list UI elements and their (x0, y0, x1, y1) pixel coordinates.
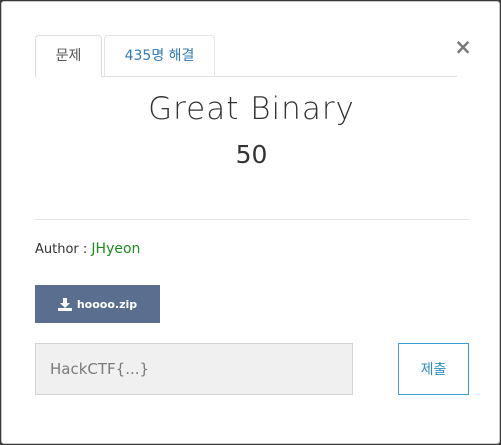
tab-solves[interactable]: 435명 해결 (104, 35, 215, 77)
tab-challenge[interactable]: 문제 (35, 35, 102, 78)
download-icon (57, 297, 72, 311)
download-file-button[interactable]: hoooo.zip (35, 285, 160, 323)
challenge-tabs: 문제 435명 해결 (35, 35, 457, 78)
challenge-name: Great Binary (148, 91, 355, 127)
download-file-label: hoooo.zip (76, 297, 138, 311)
close-icon[interactable]: × (453, 36, 473, 58)
submit-button[interactable]: 제출 (398, 343, 469, 395)
author-line: Author : JHyeon (35, 241, 140, 257)
flag-input[interactable] (35, 343, 353, 395)
challenge-modal: 문제 435명 해결 × Great Binary 50 Author : JH… (1, 1, 500, 444)
author-label: Author : (35, 242, 92, 257)
challenge-value: 50 (235, 140, 268, 169)
divider (35, 219, 469, 220)
author-name: JHyeon (91, 241, 141, 257)
